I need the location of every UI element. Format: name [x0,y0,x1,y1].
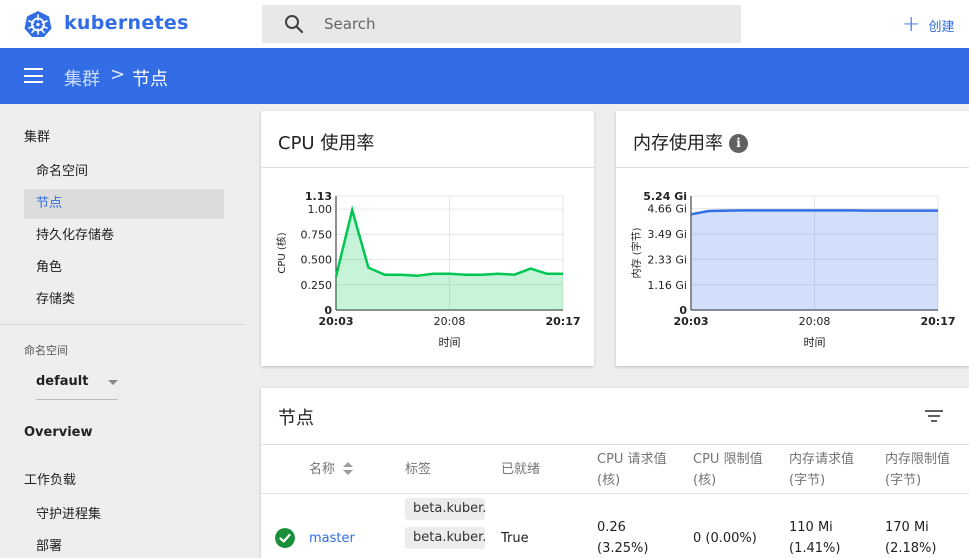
y-tick-label: 5.24 Gi [643,190,687,203]
column-cpu-requests: CPU 请求值 (核) [597,452,667,488]
chevron-right-icon: > [110,64,126,85]
sidebar-item-storage-classes[interactable]: 存储类 [24,285,224,315]
node-ready: True [501,531,529,546]
node-memory-requests: 110 Mi (1.41%) [789,520,841,556]
x-axis-title: 时间 [439,336,461,349]
x-axis-title: 时间 [804,336,826,349]
top-bar: kubernetes + 创建 [0,0,969,48]
x-tick-label: 20:17 [920,315,955,328]
y-tick-label: 1.16 Gi [647,279,687,292]
plus-icon: + [902,12,921,37]
y-tick-label: 2.33 Gi [647,253,687,266]
sidebar-workloads[interactable]: 工作负载 [24,469,76,488]
column-memory-requests: 内存请求值 (字节) [789,452,855,488]
column-memory-limits: 内存限制值 (字节) [885,452,951,488]
y-tick-label: 1.00 [308,203,333,216]
label-chip[interactable]: beta.kuber. [405,527,485,549]
dropdown-arrow-icon [108,380,118,385]
x-tick-label: 20:17 [545,315,580,328]
sidebar-item-persistent-volumes[interactable]: 持久化存储卷 [24,221,224,251]
y-tick-label: 0.250 [301,279,333,292]
namespace-select[interactable]: default [36,374,118,400]
namespace-value: default [36,374,89,389]
node-cpu-requests: 0.26 (3.25%) [597,520,649,556]
sidebar-item-namespaces[interactable]: 命名空间 [24,157,224,187]
x-tick-label: 20:08 [434,315,466,328]
column-ready: 已就绪 [501,462,541,477]
search-bar[interactable] [262,5,741,43]
breadcrumb-nodes: 节点 [132,69,168,90]
y-tick-label: 3.49 Gi [647,228,687,241]
nodes-card-title: 节点 [278,408,314,429]
memory-usage-chart[interactable]: 01.16 Gi2.33 Gi3.49 Gi4.66 Gi5.24 Gi20:0… [616,111,969,366]
y-tick-label: 1.13 [305,190,332,203]
sidebar-item-nodes[interactable]: 节点 [24,189,224,219]
y-axis-title: 内存 (字节) [630,227,643,278]
x-tick-label: 20:03 [318,315,353,328]
namespace-label: 命名空间 [24,344,68,357]
column-name-label: 名称 [309,462,336,477]
memory-usage-card: 内存使用率 i 0 1.16 Gi 2.33 Gi 3.49 Gi 4.66 Gi 5.24… [616,111,969,366]
sidebar-item-deployments[interactable]: 部署 [24,532,224,558]
y-tick-label: 4.66 Gi [647,203,687,216]
search-icon [285,15,304,34]
series-area [691,210,938,310]
sidebar-item-roles[interactable]: 角色 [24,253,224,283]
node-name-link[interactable]: master [309,528,355,549]
cpu-usage-chart[interactable]: 00.2500.5000.7501.001.1320:03 20:08 20:17时… [261,111,594,366]
filter-icon[interactable] [925,410,943,424]
node-memory-limits: 170 Mi (2.18%) [885,520,937,556]
y-tick-label: 0.750 [301,228,333,241]
kubernetes-logo-icon[interactable] [24,10,52,38]
sidebar-item-daemon-sets[interactable]: 守护进程集 [24,500,224,530]
y-axis-title: CPU (核) [275,232,288,273]
create-button[interactable]: + 创建 [902,14,954,36]
breadcrumb-cluster[interactable]: 集群 [64,65,100,91]
column-name[interactable]: 名称 [309,459,354,480]
brand-name[interactable]: kubernetes [64,12,189,34]
sidebar-divider [0,324,245,325]
column-cpu-limits: CPU 限制值 (核) [693,452,763,488]
breadcrumb-bar: 集群 > 节点 [0,48,969,104]
sort-icon[interactable] [342,460,354,476]
search-input[interactable] [324,5,724,43]
sidebar: 集群 命名空间 节点 持久化存储卷 角色 存储类 命名空间 default Ov… [0,104,245,558]
x-tick-label: 20:03 [673,315,708,328]
table-header-divider [261,444,969,445]
sidebar-cluster-title[interactable]: 集群 [24,126,50,145]
y-tick-label: 0.500 [301,254,333,267]
menu-icon[interactable] [24,68,43,83]
cpu-usage-card: CPU 使用率 0 0.250 0.500 0.750 1.00 1.13 20:03 20:… [261,111,594,366]
node-cpu-limits: 0 (0.00%) [693,531,757,546]
table-row-divider [261,493,969,494]
x-tick-label: 20:08 [799,315,831,328]
create-label: 创建 [928,19,955,35]
sidebar-overview[interactable]: Overview [24,425,93,440]
check-circle-icon [275,528,295,548]
column-labels: 标签 [405,462,432,477]
label-chip[interactable]: beta.kuber. [405,498,485,520]
